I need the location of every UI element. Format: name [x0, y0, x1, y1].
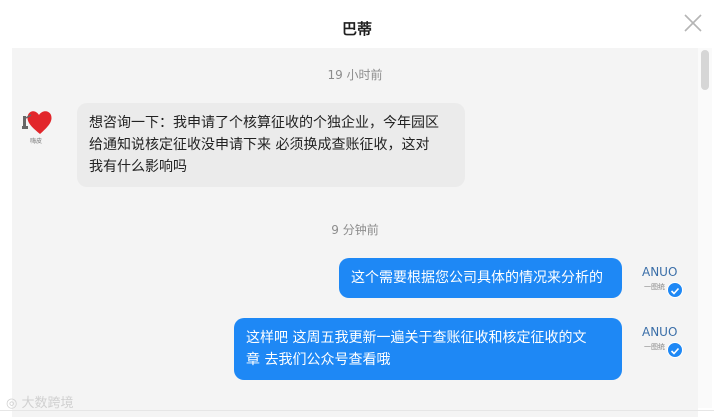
- user-avatar-caption: 嗨皮: [30, 138, 43, 145]
- verified-badge-icon: [667, 342, 683, 358]
- message-bubble-incoming: 想咨询一下：我申请了个核算征收的个独企业，今年园区 给通知说核定征收没申请下来 …: [77, 103, 465, 187]
- close-icon[interactable]: [682, 12, 704, 34]
- timestamp: 19 小时前: [327, 68, 383, 82]
- message-line: 章 去我们公众号查看哦: [246, 352, 391, 368]
- message-line: 这样吧 这周五我更新一遍关于查账征收和核定征收的文: [246, 330, 587, 346]
- watermark: ◎ 大数跨境: [6, 392, 74, 411]
- message-line: 想咨询一下：我申请了个核算征收的个独企业，今年园区: [89, 115, 439, 131]
- verified-badge-icon: [667, 282, 683, 298]
- message-line: 这个需要根据您公司具体的情况来分析的: [351, 270, 603, 286]
- message-line: 给通知说核定征收没申请下来 必须换成查账征收，这对: [89, 137, 430, 153]
- watermark-text: 大数跨境: [21, 396, 74, 411]
- agent-sub-text: 一图统: [644, 342, 665, 351]
- timestamp: 9 分钟前: [331, 223, 379, 237]
- dialog-title: 巴蒂: [341, 20, 372, 38]
- agent-logo-text: ANUO: [642, 325, 677, 339]
- bottom-divider: [0, 410, 714, 411]
- watermark-icon: ◎: [6, 396, 22, 411]
- message-bubble-outgoing: 这个需要根据您公司具体的情况来分析的: [339, 258, 622, 298]
- message-bubble-outgoing: 这样吧 这周五我更新一遍关于查账征收和核定征收的文 章 去我们公众号查看哦: [234, 318, 622, 380]
- agent-logo-text: ANUO: [642, 265, 677, 279]
- scrollbar[interactable]: [698, 48, 712, 408]
- scrollbar-thumb[interactable]: [701, 50, 709, 90]
- message-line: 我有什么影响吗: [89, 159, 187, 175]
- agent-sub-text: 一图统: [644, 282, 665, 291]
